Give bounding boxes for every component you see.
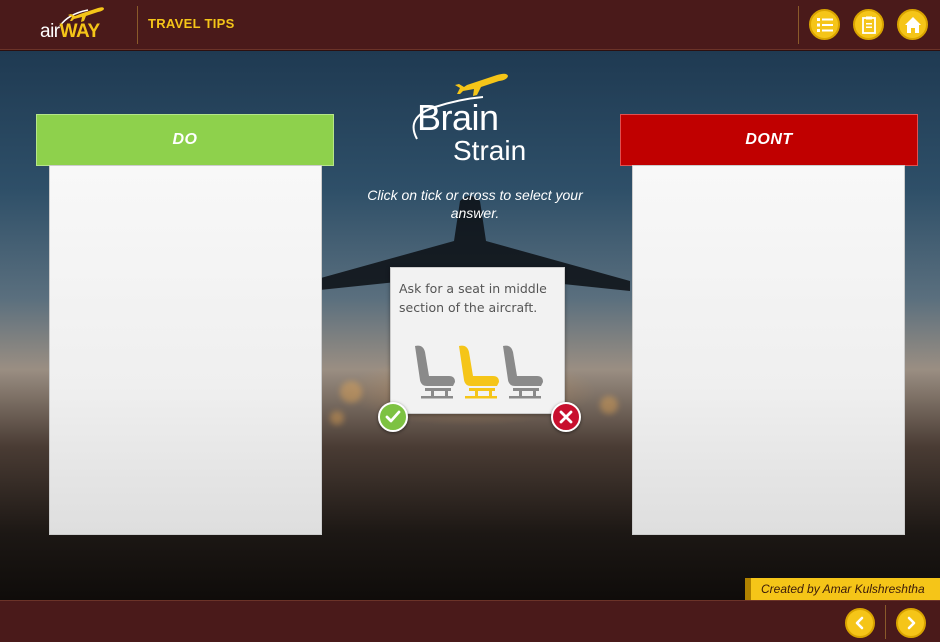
- header-divider: [798, 6, 799, 44]
- tick-button[interactable]: [378, 402, 408, 432]
- cross-button[interactable]: [551, 402, 581, 432]
- next-button[interactable]: [896, 608, 926, 638]
- section-title: TRAVEL TIPS: [148, 16, 235, 31]
- cross-icon: [559, 410, 573, 424]
- logo-way-text: WAY: [59, 21, 101, 42]
- notes-icon: [861, 16, 876, 34]
- chevron-left-icon: [855, 616, 864, 630]
- strain-word: Strain: [453, 135, 527, 166]
- brain-strain-title: Brain Strain: [405, 67, 535, 167]
- previous-button[interactable]: [845, 608, 875, 638]
- dont-column-header: DONT: [620, 114, 918, 166]
- home-button[interactable]: [897, 9, 928, 40]
- home-icon: [904, 16, 921, 33]
- bottom-bar: [0, 600, 940, 642]
- credit-label: Created by Amar Kulshreshtha: [745, 578, 940, 600]
- top-bar: airWAY TRAVEL TIPS: [0, 0, 940, 50]
- tick-icon: [385, 410, 401, 423]
- list-icon: [816, 17, 833, 32]
- notes-button[interactable]: [853, 9, 884, 40]
- bokeh-light: [330, 411, 344, 425]
- chevron-right-icon: [907, 616, 916, 630]
- bokeh-light: [600, 396, 618, 414]
- footer-divider: [885, 605, 886, 639]
- tip-card-text: Ask for a seat in middle section of the …: [399, 281, 547, 315]
- logo-air-text: air: [40, 21, 60, 42]
- brain-word: Brain: [417, 97, 499, 138]
- header-divider: [137, 6, 138, 44]
- activity-stage: DO DONT Brain Strain Click on tick or cr…: [0, 51, 940, 600]
- airplane-seats-icon: [415, 345, 543, 399]
- do-drop-zone[interactable]: [49, 165, 322, 535]
- airway-logo: airWAY: [22, 4, 117, 46]
- dont-drop-zone[interactable]: [632, 165, 905, 535]
- do-column-header: DO: [36, 114, 334, 166]
- menu-button[interactable]: [809, 9, 840, 40]
- instruction-text: Click on tick or cross to select your an…: [367, 187, 583, 221]
- tip-card[interactable]: Ask for a seat in middle section of the …: [390, 267, 565, 414]
- bokeh-light: [340, 381, 362, 403]
